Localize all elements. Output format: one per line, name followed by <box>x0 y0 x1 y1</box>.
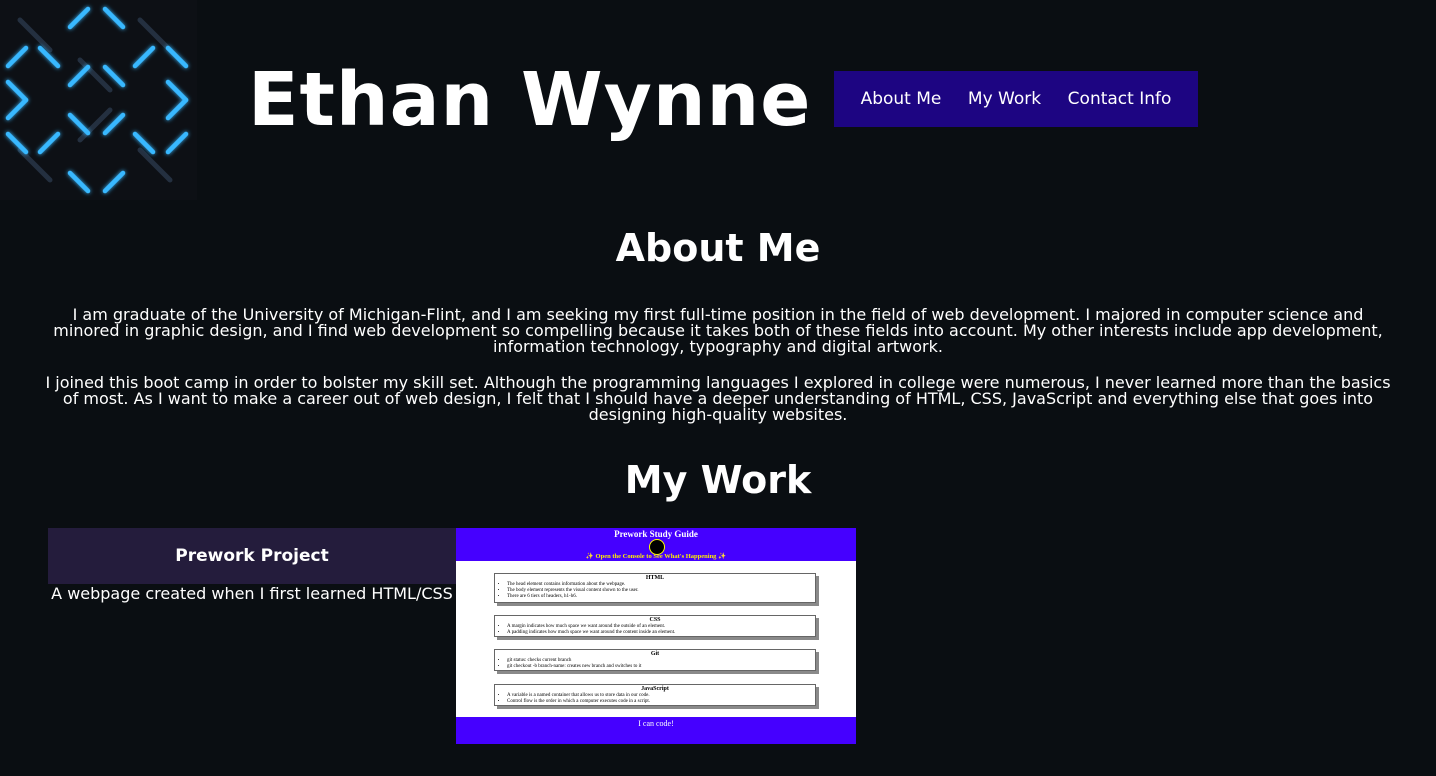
nav-about-me[interactable]: About Me <box>861 89 942 109</box>
thumbnail-title: Prework Study Guide <box>614 529 698 539</box>
thumbnail-section-title: CSS <box>649 617 661 623</box>
project-thumbnail[interactable]: Prework Study Guide ✨ Open the Console t… <box>456 528 856 744</box>
neon-lattice-logo-icon <box>5 6 189 194</box>
about-heading: About Me <box>615 226 821 270</box>
thumbnail-section-html: HTML The head element contains informati… <box>494 573 816 603</box>
thumbnail-list-item: Control flow is the order in which a com… <box>507 699 811 705</box>
thumbnail-footer: I can code! <box>456 717 856 744</box>
site-title: Ethan Wynne <box>248 57 812 143</box>
thumbnail-section-git: Git git status: checks current branch gi… <box>494 649 816 671</box>
thumbnail-section-javascript: JavaScript A variable is a named contain… <box>494 684 816 706</box>
thumbnail-section-title: Git <box>650 651 660 657</box>
thumbnail-section-css: CSS A margin indicates how much space we… <box>494 615 816 637</box>
thumbnail-section-title: HTML <box>645 575 665 581</box>
thumbnail-list-item: A padding indicates how much space we wa… <box>507 630 811 636</box>
thumbnail-list-item: There are 6 tiers of headers, h1-h6. <box>507 594 811 600</box>
work-heading: My Work <box>624 458 812 502</box>
thumbnail-list-item: git checkout -b branch-name: creates new… <box>507 664 811 670</box>
about-paragraph-1: I am graduate of the University of Michi… <box>53 305 1383 356</box>
thumbnail-header: Prework Study Guide ✨ Open the Console t… <box>456 528 856 561</box>
project-description: A webpage created when I first learned H… <box>51 584 453 603</box>
project-title: Prework Project <box>48 528 456 584</box>
nav-contact-info[interactable]: Contact Info <box>1068 89 1172 109</box>
thumbnail-section-title: JavaScript <box>641 686 669 692</box>
main-nav: About Me My Work Contact Info <box>834 71 1198 127</box>
nav-my-work[interactable]: My Work <box>968 89 1041 109</box>
thumbnail-subtitle: ✨ Open the Console to See What's Happeni… <box>585 553 727 560</box>
about-paragraph-2: I joined this boot camp in order to bols… <box>45 373 1391 424</box>
site-logo <box>0 0 197 200</box>
